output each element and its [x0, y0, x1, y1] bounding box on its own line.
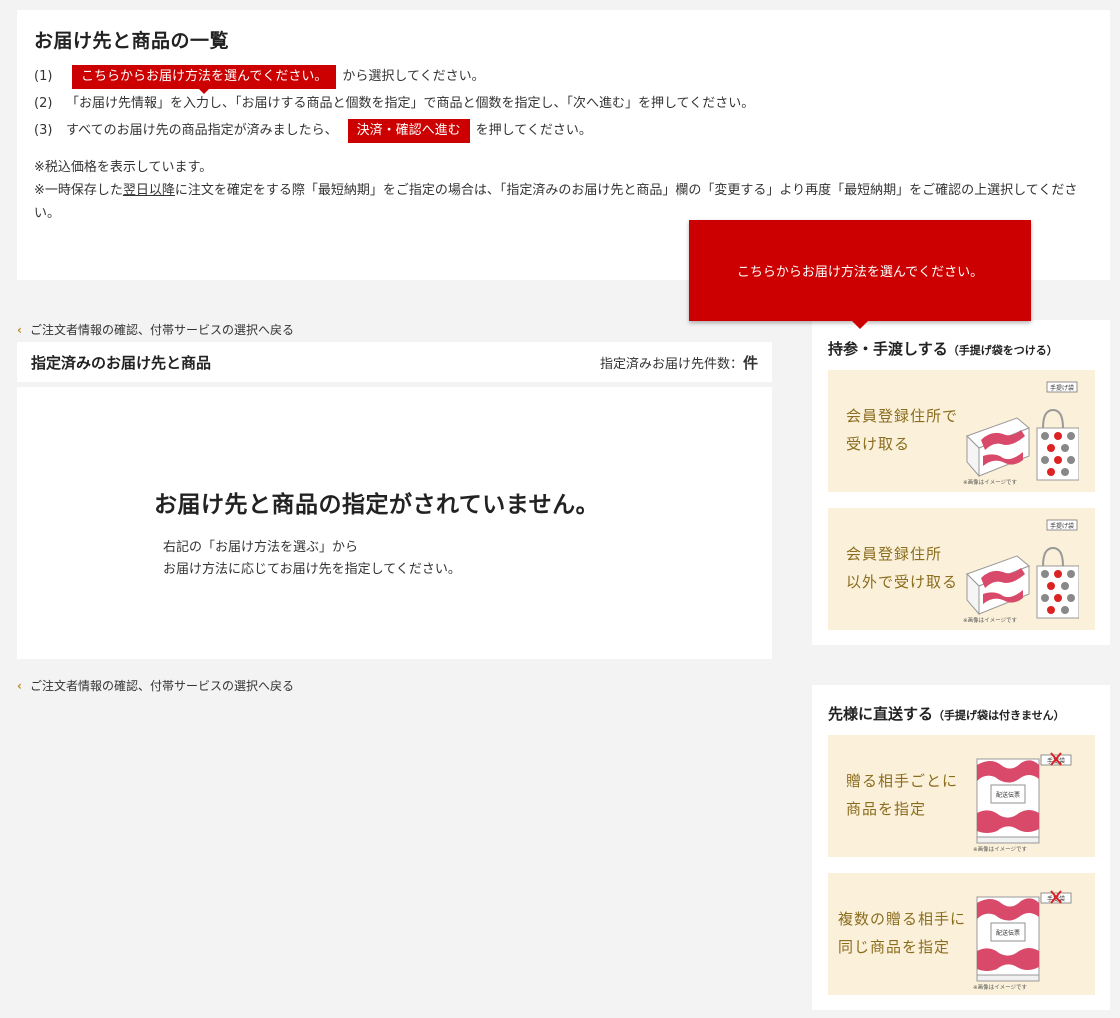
delivery-note: ※一時保存した翌日以降に注文を確定をする際「最短納期」をご指定の場合は、「指定済…	[34, 183, 1078, 221]
back-link-top[interactable]: ‹ ご注文者情報の確認、付帯サービスの選択へ戻る	[17, 321, 294, 338]
back-link-bottom[interactable]: ‹ ご注文者情報の確認、付帯サービスの選択へ戻る	[17, 677, 294, 694]
step-text: から選択してください。	[342, 69, 485, 84]
handover-panel: 持参・手渡しする（手提げ袋をつける） 会員登録住所で 受け取る 手提げ袋 ※画像は…	[812, 320, 1110, 645]
choose-delivery-method-button[interactable]: こちらからお届け方法を選んでください。	[72, 64, 337, 94]
step-text: を押してください。	[475, 123, 592, 138]
gift-box-with-bag-illustration: 手提げ袋 ※画像はイメージです	[963, 519, 1079, 624]
next-day-link[interactable]: 翌日以降	[123, 183, 175, 198]
handover-title: 持参・手渡しする（手提げ袋をつける）	[828, 340, 1058, 358]
back-link-label: ご注文者情報の確認、付帯サービスの選択へ戻る	[29, 323, 294, 337]
tax-note: ※税込価格を表示しています。	[34, 160, 213, 175]
option-other-address[interactable]: 会員登録住所 以外で受け取る 手提げ袋 ※画像はイメージです	[828, 508, 1095, 630]
svg-text:※画像はイメージです: ※画像はイメージです	[963, 616, 1017, 624]
step-number: (1)	[34, 69, 53, 84]
shipping-box-illustration: 配送伝票 手提袋 ※画像はイメージです	[973, 752, 1072, 853]
specified-header: 指定済みのお届け先と商品 指定済みお届け先件数：件	[17, 342, 772, 382]
option-multiple-recipients[interactable]: 複数の贈る相手に 同じ商品を指定 配送伝票 手提袋 ※画像はイメージです	[828, 873, 1095, 995]
svg-text:※画像はイメージです: ※画像はイメージです	[963, 478, 1017, 486]
option-member-address[interactable]: 会員登録住所で 受け取る 手提げ袋 ※画像はイメージです	[828, 370, 1095, 492]
option-per-recipient[interactable]: 贈る相手ごとに 商品を指定 配送伝票 手提袋 ※画像はイメージです	[828, 735, 1095, 857]
step-number: (2)	[34, 96, 53, 111]
direct-title: 先様に直送する（手提げ袋は付きません）	[828, 705, 1065, 723]
step-1: (1) こちらからお届け方法を選んでください。 から選択してください。	[34, 63, 1093, 94]
count-unit: 件	[742, 353, 758, 372]
empty-message: 右記の「お届け方法を選ぶ」から お届け方法に応じてお届け先を指定してください。	[163, 540, 461, 577]
delivery-method-tooltip: こちらからお届け方法を選んでください。	[689, 220, 1031, 329]
step-2: (2) 「お届け先情報」を入力し、「お届けする商品と個数を指定」で商品と個数を指…	[34, 90, 1093, 117]
page-title: お届け先と商品の一覧	[34, 30, 230, 52]
step-number: (3)	[34, 123, 53, 138]
direct-delivery-panel: 先様に直送する（手提げ袋は付きません） 贈る相手ごとに 商品を指定 配送伝票 手提…	[812, 685, 1110, 1010]
specified-title: 指定済みのお届け先と商品	[31, 353, 212, 372]
shipping-box-illustration: 配送伝票 手提袋 ※画像はイメージです	[973, 890, 1072, 991]
option-label: 贈る相手ごとに 商品を指定	[846, 772, 959, 818]
svg-text:配送伝票: 配送伝票	[996, 791, 1020, 799]
step-text: 「お届け先情報」を入力し、「お届けする商品と個数を指定」で商品と個数を指定し、「…	[66, 96, 755, 111]
option-label: 複数の贈る相手に 同じ商品を指定	[838, 910, 967, 956]
option-label: 会員登録住所で 受け取る	[846, 407, 959, 453]
option-label: 会員登録住所 以外で受け取る	[846, 545, 959, 591]
gift-box-with-bag-illustration: 手提げ袋 ※画像はイメージです	[963, 381, 1079, 486]
back-link-label: ご注文者情報の確認、付帯サービスの選択へ戻る	[29, 679, 294, 693]
chevron-left-icon: ‹	[17, 322, 22, 337]
chevron-left-icon: ‹	[17, 678, 22, 693]
svg-text:※画像はイメージです: ※画像はイメージです	[973, 845, 1027, 853]
specified-empty-panel: お届け先と商品の指定がされていません。 右記の「お届け方法を選ぶ」から お届け方…	[17, 387, 772, 659]
svg-text:※画像はイメージです: ※画像はイメージです	[973, 983, 1027, 991]
step-3: (3) すべてのお届け先の商品指定が済みましたら、 決済・確認へ進む を押してく…	[34, 117, 1093, 144]
svg-text:配送伝票: 配送伝票	[996, 929, 1020, 937]
specified-count: 指定済みお届け先件数：件	[599, 353, 758, 372]
step-text: すべてのお届け先の商品指定が済みましたら、	[66, 123, 338, 138]
empty-title: お届け先と商品の指定がされていません。	[154, 492, 600, 518]
notes: ※税込価格を表示しています。 ※一時保存した翌日以降に注文を確定をする際「最短納…	[34, 156, 1093, 225]
proceed-to-payment-button[interactable]: 決済・確認へ進む	[347, 118, 470, 143]
svg-text:手提げ袋: 手提げ袋	[1050, 522, 1074, 530]
svg-text:手提げ袋: 手提げ袋	[1050, 384, 1074, 392]
